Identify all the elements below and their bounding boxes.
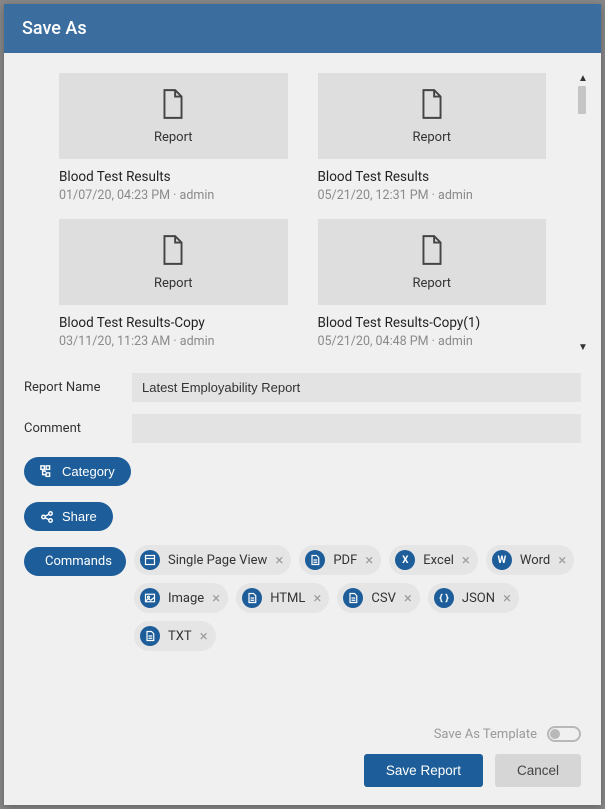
chip-remove-icon[interactable]: × [275, 553, 283, 568]
save-as-template-toggle[interactable] [547, 726, 581, 742]
chip-label: Word [520, 553, 550, 568]
command-chip-txt[interactable]: TXT × [134, 621, 216, 651]
chip-remove-icon[interactable]: × [313, 591, 321, 606]
share-button-label: Share [62, 509, 97, 524]
command-chip-image[interactable]: Image × [134, 583, 228, 613]
txt-icon [140, 626, 160, 646]
tile-preview[interactable]: Report [318, 73, 547, 159]
share-icon [40, 510, 54, 524]
html-icon [242, 588, 262, 608]
share-button[interactable]: Share [24, 502, 113, 531]
chip-label: TXT [168, 629, 192, 644]
comment-label: Comment [24, 421, 132, 436]
scroll-down-arrow[interactable]: ▼ [578, 342, 588, 353]
tile-type-label: Report [412, 130, 451, 145]
command-chip-html[interactable]: HTML × [236, 583, 329, 613]
command-chip-json[interactable]: JSON × [428, 583, 519, 613]
report-name-row: Report Name [4, 367, 601, 408]
pdf-icon [305, 550, 325, 570]
document-icon [419, 88, 445, 124]
word-icon: W [492, 550, 512, 570]
item-browser: Report Blood Test Results 01/07/20, 04:23 … [4, 53, 601, 353]
chip-label: HTML [270, 591, 305, 606]
image-icon [140, 588, 160, 608]
document-icon [419, 234, 445, 270]
toggle-knob [550, 729, 560, 739]
browser-tile: Report Blood Test Results-Copy(1) 05/21/20… [318, 219, 547, 357]
chip-label: PDF [333, 553, 357, 568]
browser-tile: Report Blood Test Results 05/21/20, 12:31 … [318, 73, 547, 211]
tile-type-label: Report [154, 130, 193, 145]
chip-remove-icon[interactable]: × [200, 629, 208, 644]
tile-type-label: Report [412, 276, 451, 291]
save-as-modal: Save As Report Blood Test Results 01/07/20… [4, 4, 601, 805]
commands-button-label: Commands [45, 554, 112, 569]
tile-meta: 05/21/20, 12:31 PM · admin [318, 188, 547, 203]
scroll-thumb[interactable] [578, 86, 586, 114]
command-chip-single-page-view[interactable]: Single Page View × [134, 545, 291, 575]
save-as-template-label: Save As Template [434, 727, 537, 742]
tile-title: Blood Test Results [318, 169, 547, 185]
csv-icon [343, 588, 363, 608]
report-name-input[interactable] [132, 373, 581, 402]
scrollbar[interactable]: ▲ ▼ [577, 73, 589, 353]
command-chip-pdf[interactable]: PDF × [299, 545, 381, 575]
category-button[interactable]: Category [24, 457, 131, 486]
tile-meta: 01/07/20, 04:23 PM · admin [59, 188, 288, 203]
page-icon [140, 550, 160, 570]
comment-input[interactable] [132, 414, 581, 443]
browser-tile: Report Blood Test Results 01/07/20, 04:23 … [59, 73, 288, 211]
chip-label: Single Page View [168, 553, 267, 568]
excel-icon: X [395, 550, 415, 570]
scroll-up-arrow[interactable]: ▲ [578, 73, 588, 84]
tile-title: Blood Test Results [59, 169, 288, 185]
command-chip-word[interactable]: W Word × [486, 545, 574, 575]
json-icon [434, 588, 454, 608]
tile-title: Blood Test Results-Copy [59, 315, 288, 331]
tile-meta: 03/11/20, 11:23 AM · admin [59, 334, 288, 349]
tile-preview[interactable]: Report [59, 219, 288, 305]
chip-remove-icon[interactable]: × [365, 553, 373, 568]
document-icon [160, 88, 186, 124]
chip-label: Excel [423, 553, 454, 568]
chip-remove-icon[interactable]: × [404, 591, 412, 606]
chip-label: Image [168, 591, 204, 606]
save-report-button[interactable]: Save Report [364, 754, 483, 787]
chip-label: CSV [371, 591, 395, 606]
command-chip-excel[interactable]: X Excel × [389, 545, 478, 575]
tile-preview[interactable]: Report [318, 219, 547, 305]
modal-title: Save As [4, 4, 601, 53]
browser-tile: Report Blood Test Results-Copy 03/11/20, 1… [59, 219, 288, 357]
chip-remove-icon[interactable]: × [503, 591, 511, 606]
commands-button[interactable]: Commands [24, 547, 126, 576]
comment-row: Comment [4, 408, 601, 449]
tile-meta: 05/21/20, 04:48 PM · admin [318, 334, 547, 349]
modal-footer: Save As Template Save Report Cancel [4, 714, 601, 805]
cancel-button[interactable]: Cancel [495, 754, 581, 787]
tile-type-label: Report [154, 276, 193, 291]
command-chip-csv[interactable]: CSV × [337, 583, 419, 613]
tree-icon [40, 465, 54, 479]
chip-remove-icon[interactable]: × [462, 553, 470, 568]
category-button-label: Category [62, 464, 115, 479]
chip-remove-icon[interactable]: × [558, 553, 566, 568]
document-icon [160, 234, 186, 270]
tile-preview[interactable]: Report [59, 73, 288, 159]
report-name-label: Report Name [24, 380, 132, 395]
commands-row: Commands Single Page View × PDF × X Excel × W Wo… [4, 545, 601, 651]
tile-title: Blood Test Results-Copy(1) [318, 315, 547, 331]
chip-label: JSON [462, 591, 495, 606]
chip-remove-icon[interactable]: × [212, 591, 220, 606]
